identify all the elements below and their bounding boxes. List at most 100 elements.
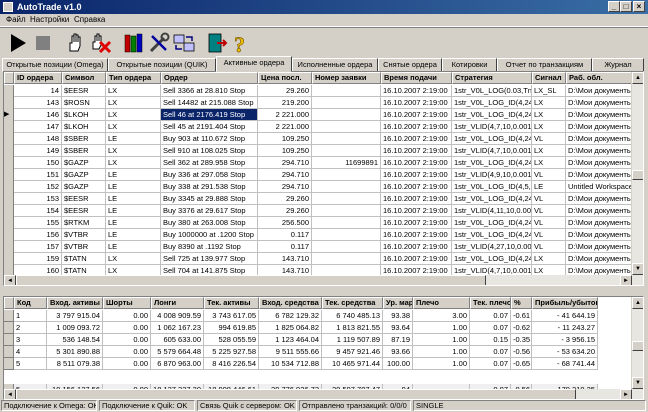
table-cell[interactable]: [312, 229, 381, 241]
table-cell[interactable]: LE: [106, 229, 161, 241]
table-cell[interactable]: 1str_V0L_LOG_ID(4,24: [452, 109, 532, 121]
table-cell[interactable]: LE: [106, 181, 161, 193]
column-header[interactable]: Сигнал: [532, 72, 566, 84]
table-cell[interactable]: D:\Мои документы: [566, 109, 632, 121]
table-cell[interactable]: [312, 109, 381, 121]
table-cell[interactable]: 294.710: [258, 157, 312, 169]
table-cell[interactable]: 16.10.2007 2:19:00: [381, 157, 452, 169]
tab-4[interactable]: Снятые ордера: [378, 58, 442, 72]
table-cell[interactable]: Buy 380 at 263.008 Stop: [161, 217, 258, 229]
table-cell[interactable]: Sell 14482 at 215.088 Stop: [161, 97, 258, 109]
table-cell[interactable]: LX: [106, 97, 161, 109]
play-icon[interactable]: [6, 31, 30, 55]
table-cell[interactable]: 147: [14, 121, 62, 133]
table-cell[interactable]: LE: [106, 241, 161, 253]
table-cell[interactable]: [312, 205, 381, 217]
table-cell[interactable]: 155: [14, 217, 62, 229]
table-cell[interactable]: 1str_VLID(4,7,10,0.001: [452, 121, 532, 133]
table-cell[interactable]: $EESR: [62, 205, 106, 217]
table-cell[interactable]: VL: [532, 133, 566, 145]
column-header[interactable]: Цена посл.: [258, 72, 312, 84]
table-cell[interactable]: D:\Мои документы: [566, 169, 632, 181]
table-cell[interactable]: 16.10.2007 2:19:00: [381, 121, 452, 133]
table-cell[interactable]: LX: [106, 109, 161, 121]
table-cell[interactable]: D:\Мои документы: [566, 241, 632, 253]
table-cell[interactable]: 6 782 129.32: [259, 310, 322, 322]
table-cell[interactable]: Sell 45 at 2191.404 Stop: [161, 121, 258, 133]
table-cell[interactable]: 1 009 093.72: [47, 322, 103, 334]
table-cell[interactable]: - 3 956.15: [532, 334, 598, 346]
table-cell[interactable]: $VTBR: [62, 229, 106, 241]
table-cell[interactable]: $EESR: [62, 193, 106, 205]
table-cell[interactable]: 1str_VLID(4,7,10,0.001: [452, 145, 532, 157]
table-cell[interactable]: 5 301 890.88: [47, 346, 103, 358]
column-header[interactable]: Плечо: [413, 297, 470, 309]
tab-6[interactable]: Отчет по транзакциям: [497, 58, 592, 72]
row-indicator[interactable]: [4, 310, 14, 322]
table-cell[interactable]: [312, 133, 381, 145]
table-cell[interactable]: 294.710: [258, 169, 312, 181]
table-cell[interactable]: 2 221.000: [258, 109, 312, 121]
table-cell[interactable]: 1 825 064.82: [259, 322, 322, 334]
table-cell[interactable]: $ROSN: [62, 97, 106, 109]
table-cell[interactable]: 109.250: [258, 133, 312, 145]
table-cell[interactable]: LX: [532, 109, 566, 121]
column-header[interactable]: Тип ордера: [106, 72, 161, 84]
table-cell[interactable]: 93.64: [383, 322, 413, 334]
column-header[interactable]: Вход. средства: [259, 297, 322, 309]
table-cell[interactable]: D:\Мои документы: [566, 121, 632, 133]
table-cell[interactable]: VL: [532, 169, 566, 181]
minimize-button[interactable]: _: [608, 1, 620, 12]
table-cell[interactable]: D:\Мои документы: [566, 217, 632, 229]
table-cell[interactable]: Buy 1000000 at .1200 Stop: [161, 229, 258, 241]
table-cell[interactable]: LE: [106, 133, 161, 145]
table-cell[interactable]: 0.00: [103, 358, 151, 370]
table-cell[interactable]: D:\Мои документы: [566, 145, 632, 157]
table-cell[interactable]: 10 534 712.88: [259, 358, 322, 370]
table-cell[interactable]: 9 457 921.46: [322, 346, 383, 358]
table-cell[interactable]: -0.35: [511, 334, 532, 346]
table-cell[interactable]: 1str_VLID(4,11,10,0.001: [452, 205, 532, 217]
maximize-button[interactable]: □: [620, 1, 632, 12]
table-cell[interactable]: LE: [106, 217, 161, 229]
table-cell[interactable]: $GAZP: [62, 181, 106, 193]
table-cell[interactable]: Sell 725 at 139.977 Stop: [161, 253, 258, 265]
table-cell[interactable]: 5 225 927.58: [204, 346, 259, 358]
row-indicator[interactable]: [4, 322, 14, 334]
table-cell[interactable]: 5 579 664.48: [151, 346, 204, 358]
table-cell[interactable]: 9 511 555.66: [259, 346, 322, 358]
column-header[interactable]: Тек. средства: [322, 297, 383, 309]
table-cell[interactable]: 154: [14, 205, 62, 217]
scroll-down-button[interactable]: ▼: [632, 263, 643, 275]
table-cell[interactable]: 16.10.2007 2:19:00: [381, 241, 452, 253]
table-cell[interactable]: - 41 644.19: [532, 310, 598, 322]
table-cell[interactable]: LX: [106, 253, 161, 265]
table-cell[interactable]: 93.66: [383, 346, 413, 358]
scroll-left-button[interactable]: ◄: [4, 275, 16, 285]
row-indicator[interactable]: [4, 358, 14, 370]
tab-7[interactable]: Журнал: [592, 58, 644, 72]
table-cell[interactable]: 3 743 617.05: [204, 310, 259, 322]
column-header[interactable]: Вход. активы: [47, 297, 103, 309]
table-cell[interactable]: Buy 336 at 297.058 Stop: [161, 169, 258, 181]
table-cell[interactable]: [312, 241, 381, 253]
table-cell[interactable]: D:\Мои документы: [566, 97, 632, 109]
table-cell[interactable]: 16.10.2007 2:19:00: [381, 85, 452, 97]
tab-5[interactable]: Котировки: [442, 58, 497, 72]
tools-icon[interactable]: [147, 31, 171, 55]
table-cell[interactable]: D:\Мои документы: [566, 253, 632, 265]
table-cell[interactable]: 149: [14, 145, 62, 157]
table-cell[interactable]: 87.19: [383, 334, 413, 346]
column-header[interactable]: Код: [14, 297, 47, 309]
tab-3[interactable]: Исполненные ордера: [292, 58, 378, 72]
cancel-hand-icon[interactable]: [89, 31, 113, 55]
table-cell[interactable]: [312, 193, 381, 205]
table-cell[interactable]: D:\Мои документы: [566, 193, 632, 205]
table-cell[interactable]: 8 511 079.38: [47, 358, 103, 370]
table-cell[interactable]: $SBER: [62, 145, 106, 157]
table-cell[interactable]: 0.07: [470, 346, 511, 358]
tab-0[interactable]: Открытые позиции (Omega): [2, 58, 108, 72]
table-cell[interactable]: [312, 97, 381, 109]
column-header[interactable]: Шорты: [103, 297, 151, 309]
scroll-thumb[interactable]: [632, 170, 643, 180]
